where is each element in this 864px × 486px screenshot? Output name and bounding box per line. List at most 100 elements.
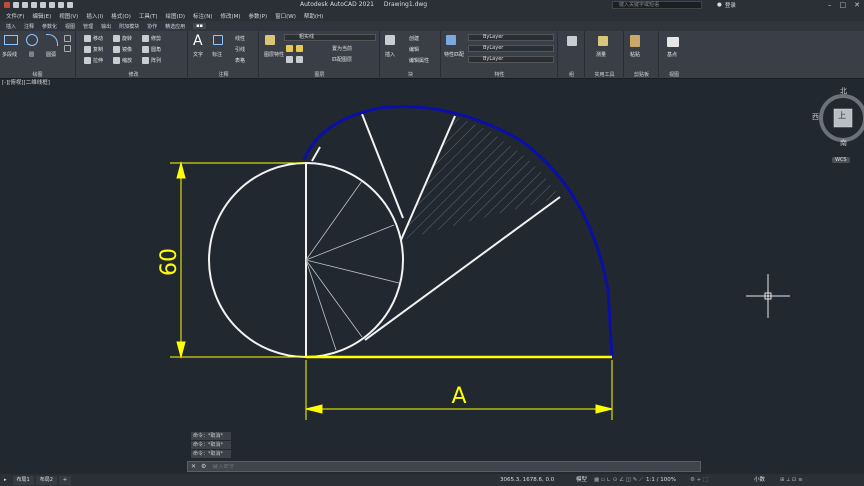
add-layout-icon[interactable]: + — [58, 475, 72, 485]
drawing-canvas[interactable]: 60 A 北 西 上 南 WCS — [0, 86, 864, 460]
insert-block-icon[interactable] — [385, 35, 395, 45]
layer-properties-button[interactable]: 图层特性 — [264, 51, 284, 58]
lineweight-dropdown[interactable]: ByLayer — [468, 56, 554, 63]
new-icon[interactable] — [13, 2, 19, 8]
leader-button[interactable]: 引线 — [235, 46, 245, 53]
arc-icon[interactable] — [46, 34, 58, 46]
linetype-dropdown[interactable]: ByLayer — [468, 45, 554, 52]
fillet-button[interactable]: 圆角 — [151, 46, 161, 53]
status-toggles[interactable]: ▦ ▫ ∟ ⊙ ∠ ◫ ✎ ⟋ — [594, 474, 643, 486]
make-current-button[interactable]: 置为当前 — [332, 45, 352, 52]
layer-properties-icon[interactable] — [265, 35, 275, 45]
dimension-icon[interactable] — [213, 35, 223, 45]
layout-tab-1[interactable]: 布局1 — [12, 475, 34, 485]
copy-button[interactable]: 复制 — [93, 46, 103, 53]
polyline-button[interactable]: 多段线 — [2, 51, 17, 58]
viewport-controls[interactable]: [-][俯视][二维线框] — [0, 79, 50, 88]
menu-edit[interactable]: 编辑(E) — [32, 12, 51, 20]
tab-annotate[interactable]: 注释 — [24, 23, 34, 30]
layer-off-icon[interactable] — [286, 56, 293, 63]
circle-button[interactable]: 圆 — [29, 51, 34, 58]
viewcube-west[interactable]: 西 — [812, 112, 819, 122]
tab-view[interactable]: 视图 — [65, 23, 75, 30]
dimension-button[interactable]: 标注 — [212, 51, 222, 58]
tab-addins[interactable]: 附加模块 — [119, 23, 139, 30]
menu-format[interactable]: 格式(O) — [111, 12, 131, 20]
arc-button[interactable]: 圆弧 — [46, 51, 56, 58]
tab-collaborate[interactable]: 协作 — [147, 23, 157, 30]
linear-button[interactable]: 线性 — [235, 35, 245, 42]
layer-lock-icon[interactable] — [296, 45, 303, 52]
login-area[interactable]: ● 登录 — [717, 1, 736, 9]
match-properties-icon[interactable] — [446, 35, 456, 45]
tab-featured-apps[interactable]: 精选应用 — [165, 23, 185, 30]
trim-button[interactable]: 修剪 — [151, 35, 161, 42]
menu-draw[interactable]: 绘图(D) — [166, 12, 186, 20]
viewcube-north[interactable]: 北 — [840, 86, 847, 96]
base-point-icon[interactable] — [667, 37, 679, 47]
text-icon[interactable]: A — [193, 33, 203, 49]
layout-tab-2[interactable]: 布局2 — [35, 475, 57, 485]
edit-block-button[interactable]: 编辑 — [409, 46, 419, 53]
plot-icon[interactable] — [49, 2, 55, 8]
customize-icons[interactable]: ⊞ ⟂ ⊡ ≡ — [780, 474, 803, 486]
menu-modify[interactable]: 修改(M) — [220, 12, 240, 20]
command-settings-icon[interactable]: ⚙ — [199, 463, 208, 470]
workspace-icons[interactable]: ⚙ + ⬚ — [690, 474, 708, 486]
app-menu-icon[interactable] — [4, 2, 10, 8]
layer-dropdown[interactable]: 粗实线 — [284, 34, 376, 41]
layer-isolate-icon[interactable] — [296, 56, 303, 63]
measure-button[interactable]: 测量 — [596, 51, 606, 58]
annotation-scale[interactable]: 1:1 / 100% — [646, 474, 676, 486]
search-input[interactable]: 键入关键字或短语 — [612, 1, 702, 9]
wcs-button[interactable]: WCS — [832, 157, 850, 163]
command-close-icon[interactable]: ✕ — [188, 463, 199, 470]
viewcube-top[interactable]: 上 — [838, 110, 846, 121]
menu-dimension[interactable]: 标注(N) — [193, 12, 212, 20]
menu-tools[interactable]: 工具(T) — [139, 12, 158, 20]
mirror-button[interactable]: 镜像 — [122, 46, 132, 53]
hatch-icon[interactable] — [64, 45, 71, 52]
tab-more[interactable]: ▪▪ — [193, 23, 206, 29]
tab-parametric[interactable]: 参数化 — [42, 23, 57, 30]
menu-parametric[interactable]: 参数(P) — [249, 12, 268, 20]
menu-file[interactable]: 文件(F) — [6, 12, 24, 20]
maximize-icon[interactable]: □ — [840, 0, 847, 10]
tab-manage[interactable]: 管理 — [83, 23, 93, 30]
layer-freeze-icon[interactable] — [286, 45, 293, 52]
polyline-icon[interactable] — [4, 35, 18, 45]
move-button[interactable]: 移动 — [93, 35, 103, 42]
redo-icon[interactable] — [67, 2, 73, 8]
command-input[interactable] — [208, 463, 689, 470]
save-as-icon[interactable] — [40, 2, 46, 8]
paste-button[interactable]: 粘贴 — [630, 51, 640, 58]
units-readout[interactable]: 小数 — [754, 474, 765, 486]
base-point-button[interactable]: 基点 — [667, 51, 677, 58]
menu-insert[interactable]: 插入(I) — [86, 12, 103, 20]
undo-icon[interactable] — [58, 2, 64, 8]
model-space-button[interactable]: 模型 — [576, 474, 587, 486]
circle-icon[interactable] — [26, 34, 38, 46]
measure-icon[interactable] — [598, 36, 608, 46]
paste-icon[interactable] — [630, 35, 640, 47]
save-icon[interactable] — [31, 2, 37, 8]
create-block-button[interactable]: 创建 — [409, 35, 419, 42]
rectangle-icon[interactable] — [64, 35, 71, 42]
rotate-button[interactable]: 旋转 — [122, 35, 132, 42]
insert-block-button[interactable]: 插入 — [385, 51, 395, 58]
match-properties-button[interactable]: 特性匹配 — [444, 51, 464, 58]
match-layer-button[interactable]: 匹配图层 — [332, 56, 352, 63]
scale-button[interactable]: 缩放 — [122, 57, 132, 64]
open-icon[interactable] — [22, 2, 28, 8]
model-tab[interactable]: ▸ — [0, 475, 11, 485]
menu-window[interactable]: 窗口(W) — [275, 12, 296, 20]
group-icon[interactable] — [567, 36, 577, 46]
minimize-icon[interactable]: – — [828, 0, 832, 10]
tab-output[interactable]: 输出 — [101, 23, 111, 30]
text-button[interactable]: 文字 — [193, 51, 203, 58]
stretch-button[interactable]: 拉伸 — [93, 57, 103, 64]
menu-view[interactable]: 视图(V) — [59, 12, 78, 20]
tab-insert[interactable]: 插入 — [6, 23, 16, 30]
edit-attributes-button[interactable]: 编辑属性 — [409, 57, 429, 64]
close-icon[interactable]: ✕ — [854, 0, 860, 10]
